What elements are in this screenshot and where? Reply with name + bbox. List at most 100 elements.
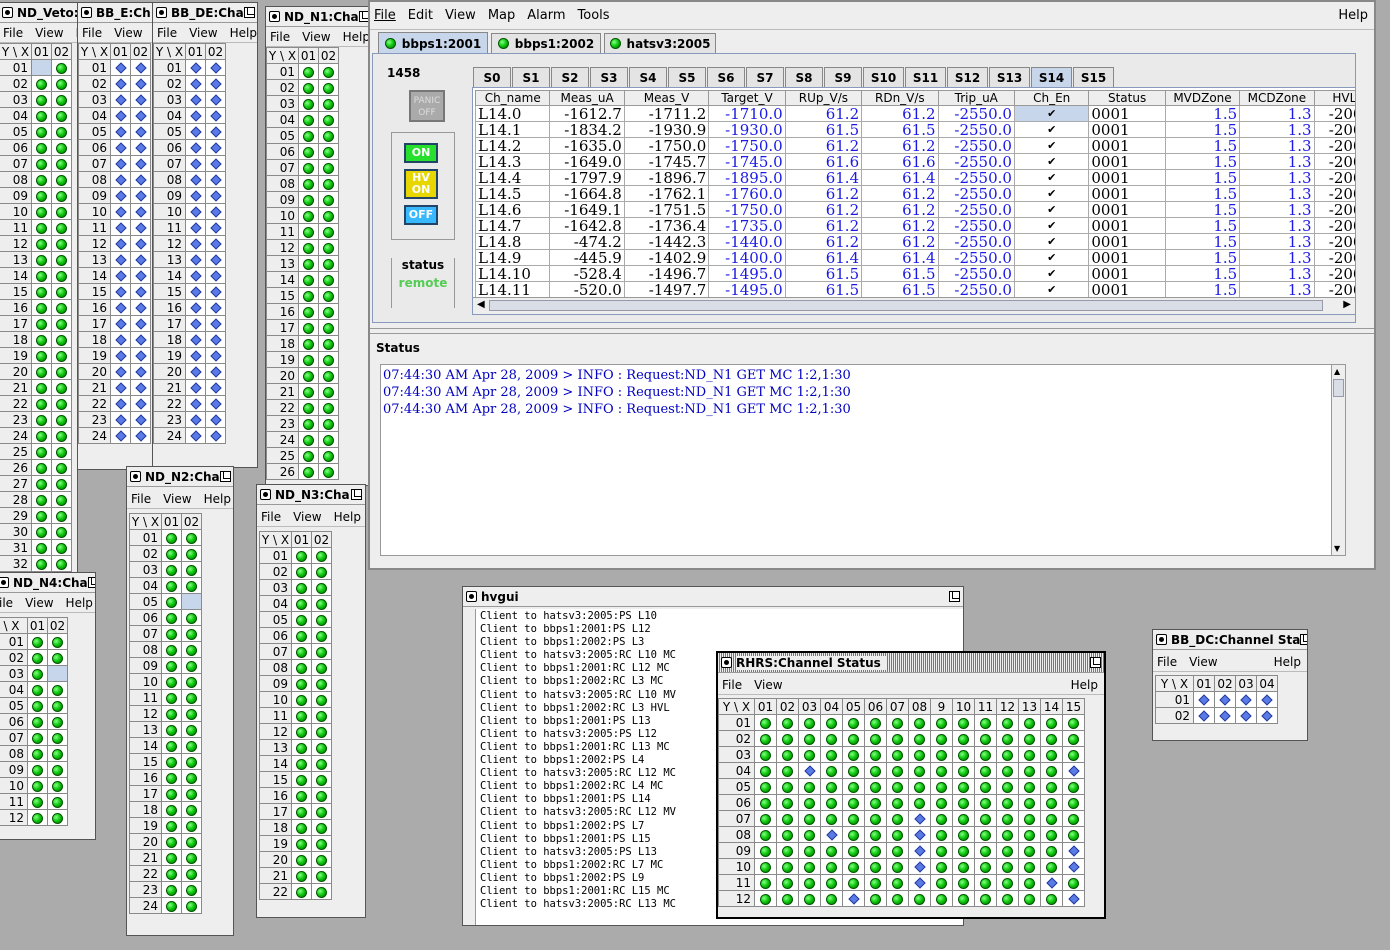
channel-cell[interactable] <box>1062 730 1085 747</box>
channel-cell[interactable] <box>776 874 799 891</box>
cell-rdnvs[interactable]: 61.5 <box>861 121 939 138</box>
channel-cell[interactable] <box>1235 691 1257 708</box>
channel-cell[interactable] <box>930 842 953 859</box>
channel-cell[interactable] <box>161 609 182 626</box>
tab-bbps1-2001[interactable]: bbps1:2001 <box>378 32 488 54</box>
channel-cell[interactable] <box>996 874 1019 891</box>
channel-cell[interactable] <box>27 729 48 746</box>
window-menu-icon[interactable] <box>260 489 271 500</box>
channel-cell[interactable] <box>110 75 131 92</box>
channel-cell[interactable] <box>1040 794 1063 811</box>
channel-cell[interactable] <box>27 761 48 778</box>
channel-cell[interactable] <box>952 842 975 859</box>
channel-cell[interactable] <box>1062 794 1085 811</box>
channel-cell[interactable] <box>51 427 72 444</box>
channel-cell[interactable] <box>318 111 339 128</box>
channel-cell[interactable] <box>185 91 206 108</box>
channel-cell[interactable] <box>311 771 332 788</box>
menu-view[interactable]: View <box>1189 655 1217 669</box>
menu-help[interactable]: Help <box>1338 8 1368 23</box>
channel-cell[interactable] <box>908 746 931 763</box>
channel-cell[interactable] <box>31 219 52 236</box>
cell-rupvs[interactable]: 61.2 <box>784 233 863 250</box>
channel-cell[interactable] <box>298 223 319 240</box>
channel-cell[interactable] <box>886 874 909 891</box>
channel-cell[interactable] <box>205 347 226 364</box>
cell-chen[interactable]: ✔ <box>1013 201 1090 218</box>
channel-row[interactable]: L14.2 -1635.0 -1750.0 -1750.0 61.2 61.2 -2550.… <box>474 137 1355 154</box>
channel-cell[interactable] <box>291 579 312 596</box>
channel-cell[interactable] <box>996 778 1019 795</box>
channel-cell[interactable] <box>930 874 953 891</box>
channel-cell[interactable] <box>754 842 777 859</box>
cell-tripua[interactable]: -2550.0 <box>937 201 1015 218</box>
cell-chen[interactable]: ✔ <box>1013 169 1090 186</box>
channel-row[interactable]: L14.0 -1612.7 -1711.2 -1710.0 61.2 61.2 -2550.… <box>474 105 1355 122</box>
channel-cell[interactable] <box>754 778 777 795</box>
channel-cell[interactable] <box>291 595 312 612</box>
channel-cell[interactable] <box>298 319 319 336</box>
channel-cell[interactable] <box>930 762 953 779</box>
channel-cell[interactable] <box>776 842 799 859</box>
channel-cell[interactable] <box>776 762 799 779</box>
channel-cell[interactable] <box>27 777 48 794</box>
cell-tripua[interactable]: -2550.0 <box>937 217 1015 234</box>
channel-cell[interactable] <box>47 633 68 650</box>
channel-cell[interactable] <box>110 267 131 284</box>
channel-cell[interactable] <box>161 577 182 594</box>
channel-cell[interactable] <box>298 127 319 144</box>
menu-item[interactable]: Help <box>204 492 231 506</box>
channel-cell[interactable] <box>185 427 206 444</box>
channel-cell[interactable] <box>130 315 151 332</box>
channel-cell[interactable] <box>318 335 339 352</box>
channel-row[interactable]: L14.1 -1834.2 -1930.9 -1930.0 61.5 61.5 -2550.… <box>474 121 1355 138</box>
channel-cell[interactable] <box>110 315 131 332</box>
channel-cell[interactable] <box>130 155 151 172</box>
channel-cell[interactable] <box>205 123 226 140</box>
channel-cell[interactable] <box>298 63 319 80</box>
cell-targetv[interactable]: -1735.0 <box>708 217 786 234</box>
cell-rupvs[interactable]: 61.5 <box>784 265 863 282</box>
channel-cell[interactable] <box>952 746 975 763</box>
channel-cell[interactable] <box>318 463 339 480</box>
channel-cell[interactable] <box>31 491 52 508</box>
channel-cell[interactable] <box>1018 730 1041 747</box>
channel-cell[interactable] <box>886 794 909 811</box>
channel-cell[interactable] <box>318 223 339 240</box>
channel-cell[interactable] <box>185 331 206 348</box>
channel-cell[interactable] <box>181 737 202 754</box>
channel-cell[interactable] <box>864 778 887 795</box>
cell-mvdzone[interactable]: 1.5 <box>1164 201 1241 218</box>
channel-cell[interactable] <box>130 219 151 236</box>
channel-cell[interactable] <box>996 730 1019 747</box>
cell-mvdzone[interactable]: 1.5 <box>1164 249 1241 266</box>
channel-cell[interactable] <box>181 833 202 850</box>
cell-mcdzone[interactable]: 1.3 <box>1239 201 1315 218</box>
on-button[interactable]: ON <box>404 143 438 163</box>
channel-cell[interactable] <box>31 283 52 300</box>
channel-cell[interactable] <box>886 858 909 875</box>
channel-cell[interactable] <box>864 858 887 875</box>
channel-cell[interactable] <box>842 890 865 907</box>
channel-cell[interactable] <box>318 127 339 144</box>
horizontal-scrollbar[interactable]: ◀ ▶ <box>473 297 1355 314</box>
channel-cell[interactable] <box>318 319 339 336</box>
channel-cell[interactable] <box>205 91 226 108</box>
channel-cell[interactable] <box>776 730 799 747</box>
cell-rdnvs[interactable]: 61.2 <box>861 185 939 202</box>
cell-targetv[interactable]: -1930.0 <box>708 121 786 138</box>
channel-cell[interactable] <box>291 643 312 660</box>
channel-cell[interactable] <box>974 874 997 891</box>
channel-cell[interactable] <box>996 794 1019 811</box>
channel-cell[interactable] <box>311 627 332 644</box>
cell-mcdzone[interactable]: 1.3 <box>1239 217 1315 234</box>
channel-row[interactable]: L14.4 -1797.9 -1896.7 -1895.0 61.4 61.4 -2550.… <box>474 169 1355 186</box>
channel-cell[interactable] <box>842 746 865 763</box>
scroll-thumb[interactable] <box>1333 379 1344 397</box>
cell-rupvs[interactable]: 61.5 <box>784 281 863 298</box>
channel-cell[interactable] <box>1040 746 1063 763</box>
channel-cell[interactable] <box>27 713 48 730</box>
title-bar[interactable]: ND_N4:Cha <box>0 573 95 593</box>
maximize-icon[interactable] <box>351 489 362 500</box>
channel-cell[interactable] <box>161 737 182 754</box>
